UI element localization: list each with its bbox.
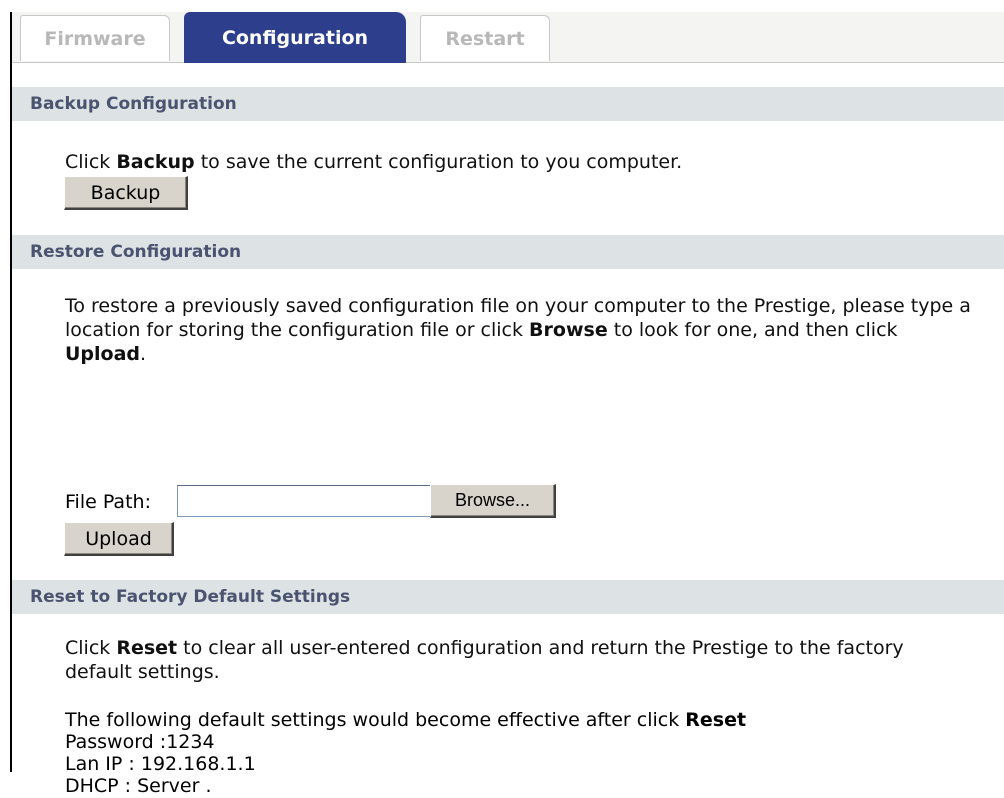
reset-section-title: Reset to Factory Default Settings [30, 587, 351, 607]
file-path-input[interactable] [177, 485, 437, 517]
restore-description: To restore a previously saved configurat… [65, 294, 975, 366]
backup-section-header: Backup Configuration [12, 87, 1004, 121]
backup-text-bold: Backup [116, 151, 195, 173]
restore-section-title: Restore Configuration [30, 242, 242, 262]
tab-restart[interactable]: Restart [420, 15, 550, 61]
backup-button[interactable]: Backup [64, 176, 188, 210]
defaults-text-bold: Reset [685, 709, 747, 731]
reset-text-post: to clear all user-entered configuration … [65, 637, 904, 683]
backup-text-post: to save the current configuration to you… [194, 151, 683, 173]
restore-section-header: Restore Configuration [12, 235, 1004, 269]
tab-bar: Firmware Configuration Restart [12, 12, 1004, 63]
restore-text-bold-1: Browse [529, 319, 608, 341]
restore-text-bold-2: Upload [65, 343, 141, 365]
backup-section-title: Backup Configuration [30, 94, 237, 114]
defaults-intro: The following default settings would bec… [65, 708, 746, 732]
defaults-text-pre: The following default settings would bec… [65, 709, 686, 731]
backup-text-pre: Click [65, 151, 117, 173]
backup-description: Click Backup to save the current configu… [65, 150, 974, 174]
tab-firmware[interactable]: Firmware [20, 15, 170, 61]
restore-text-2: to look for one, and then click [607, 319, 898, 341]
config-panel: Firmware Configuration Restart Backup Co… [10, 12, 1004, 797]
tab-configuration[interactable]: Configuration [184, 12, 406, 63]
browse-button[interactable]: Browse... [430, 484, 556, 518]
reset-text-pre: Click [65, 637, 117, 659]
reset-text-bold: Reset [116, 637, 178, 659]
reset-description: Click Reset to clear all user-entered co… [65, 636, 975, 684]
default-dhcp: DHCP : Server . [65, 775, 212, 797]
default-password: Password :1234 [65, 731, 215, 753]
file-path-label: File Path: [65, 491, 151, 513]
reset-section-header: Reset to Factory Default Settings [12, 580, 1004, 614]
default-lan-ip: Lan IP : 192.168.1.1 [65, 753, 256, 775]
upload-button[interactable]: Upload [64, 522, 174, 556]
restore-text-3: . [140, 343, 147, 365]
